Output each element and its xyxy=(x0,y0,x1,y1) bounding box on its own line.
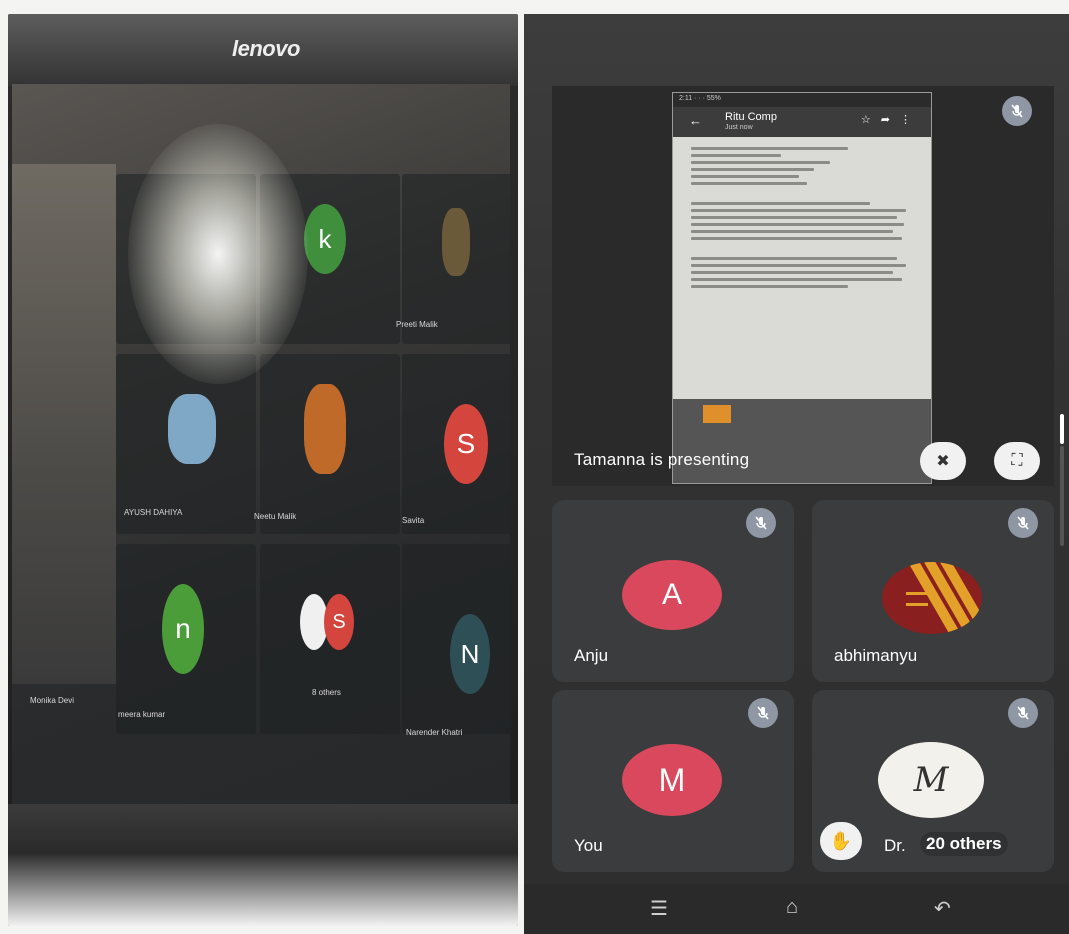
home-icon[interactable]: ⌂ xyxy=(786,896,798,919)
participant-avatar: N xyxy=(450,614,490,694)
tile-name: 8 others xyxy=(312,688,341,697)
doc-app-bar: ← Ritu Comp Just now ☆➦⋮ xyxy=(673,107,931,137)
participant-tile-you[interactable]: M You xyxy=(552,690,794,872)
monitor-photo: lenovo k S n S N Preeti Malik AYUSH DAHI… xyxy=(8,14,518,926)
doc-subtitle: Just now xyxy=(725,124,753,131)
participant-tile-anju[interactable]: A Anju xyxy=(552,500,794,682)
participant-avatar: n xyxy=(162,584,204,674)
avatar: A xyxy=(622,560,722,630)
monitor-bezel-bottom xyxy=(8,804,518,926)
mic-off-icon xyxy=(1002,96,1032,126)
fullscreen-button[interactable]: ⛶ xyxy=(994,442,1040,480)
participant-photo xyxy=(304,384,346,474)
mic-off-icon xyxy=(748,698,778,728)
pin-off-icon: ✖ xyxy=(936,453,950,470)
recents-icon[interactable]: ☰ xyxy=(650,896,668,921)
status-bar: 2:11 · · · 55% xyxy=(673,93,931,107)
scrollbar-track xyxy=(1060,446,1064,546)
hand-icon: ✋ xyxy=(829,830,853,851)
phone-screen: 2:11 · · · 55% ← Ritu Comp Just now ☆➦⋮ xyxy=(524,14,1069,934)
participant-avatar: S xyxy=(444,404,488,484)
tile-name: meera kumar xyxy=(118,710,166,719)
participant-avatar: S xyxy=(324,594,354,650)
doc-thumbnail xyxy=(703,405,731,423)
participant-tile-abhimanyu[interactable]: abhimanyu xyxy=(812,500,1054,682)
doc-title: Ritu Comp xyxy=(725,111,777,123)
avatar: M xyxy=(622,744,722,816)
avatar: M xyxy=(878,742,984,818)
participant-name: Anju xyxy=(574,646,609,665)
phone-photo: 2:11 · · · 55% ← Ritu Comp Just now ☆➦⋮ xyxy=(524,14,1069,934)
participant-name: abhimanyu xyxy=(834,646,918,665)
tile-name: Neetu Malik xyxy=(254,512,297,521)
scrollbar-thumb[interactable] xyxy=(1060,414,1064,444)
others-label[interactable]: 20 others xyxy=(920,832,1008,856)
mic-off-icon xyxy=(746,508,776,538)
unpin-button[interactable]: ✖ xyxy=(920,442,966,480)
doc-action-icons: ☆➦⋮ xyxy=(860,114,921,126)
tile-name: Savita xyxy=(402,516,425,525)
shared-screen: 2:11 · · · 55% ← Ritu Comp Just now ☆➦⋮ xyxy=(672,92,932,484)
participant-name: You xyxy=(574,836,603,855)
presenting-label: Tamanna is presenting xyxy=(574,450,750,469)
raise-hand-button[interactable]: ✋ xyxy=(820,822,862,860)
back-icon[interactable]: ↶ xyxy=(934,896,951,921)
doc-text-lines xyxy=(691,147,915,292)
avatar xyxy=(882,562,982,634)
participant-photo xyxy=(168,394,216,464)
back-arrow-icon: ← xyxy=(689,113,702,128)
mic-off-icon xyxy=(1008,698,1038,728)
brand-logo: lenovo xyxy=(232,36,300,61)
participant-photo xyxy=(442,208,470,276)
tile-name: AYUSH DAHIYA xyxy=(124,508,183,517)
doc-bottom-area xyxy=(673,399,931,483)
tile-name: Preeti Malik xyxy=(396,320,438,329)
tile-name: Monika Devi xyxy=(30,696,75,705)
mic-off-icon xyxy=(1008,508,1038,538)
participant-avatar: k xyxy=(304,204,346,274)
light-glare xyxy=(128,124,308,384)
tile-name: Narender Khatri xyxy=(406,728,463,737)
fullscreen-icon: ⛶ xyxy=(1011,452,1023,469)
participant-name: Dr. xyxy=(884,836,906,855)
screen-side-panel xyxy=(12,164,116,684)
